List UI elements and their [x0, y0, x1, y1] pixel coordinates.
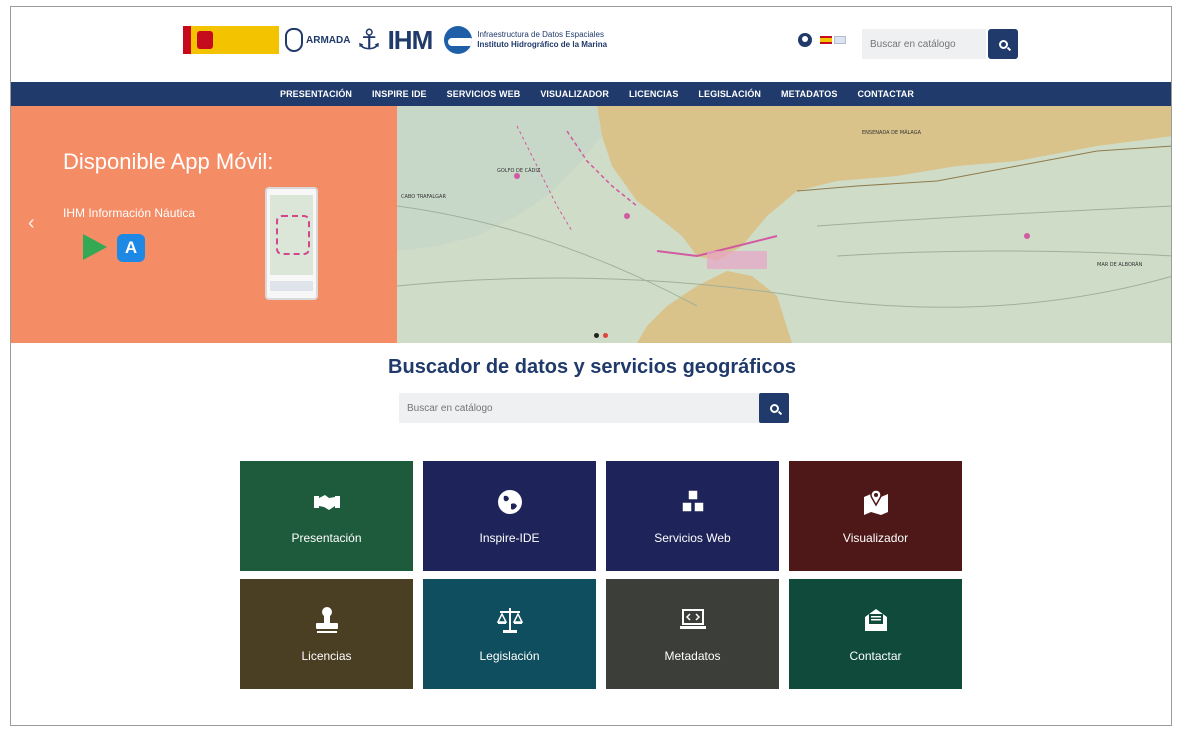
- ide-logo: Infraestructura de Datos Espaciales Inst…: [444, 26, 607, 54]
- search-icon: [769, 403, 779, 413]
- page-title: Buscador de datos y servicios geográfico…: [388, 356, 796, 378]
- ide-globe-icon: [444, 26, 473, 54]
- hero-title: Disponible App Móvil:: [63, 149, 274, 174]
- nav-item-presentacion[interactable]: PRESENTACIÓN: [280, 89, 352, 99]
- tile-metadatos[interactable]: Metadatos: [606, 579, 779, 689]
- nav-item-metadatos[interactable]: METADATOS: [781, 89, 837, 99]
- google-play-icon[interactable]: [83, 234, 107, 260]
- map-label-trafalgar: CABO TRAFALGAR: [401, 194, 446, 200]
- cubes-icon: [680, 489, 705, 513]
- tile-label: Presentación: [291, 531, 362, 545]
- spanish-flag-icon[interactable]: [820, 36, 832, 44]
- carousel-dot-2[interactable]: [603, 333, 608, 338]
- phone-mockup: [265, 187, 318, 300]
- map-label-alboran: MAR DE ALBORÁN: [1097, 261, 1143, 268]
- hero-subtitle: IHM Información Náutica: [63, 206, 196, 220]
- nav-item-contactar[interactable]: CONTACTAR: [857, 89, 914, 99]
- search-icon: [998, 39, 1008, 49]
- tile-legislacion[interactable]: Legislación: [423, 579, 596, 689]
- handshake-icon: [313, 495, 340, 510]
- catalog-search-input[interactable]: [399, 393, 759, 423]
- nav-item-licencias[interactable]: LICENCIAS: [629, 89, 678, 99]
- ihm-logo-text: IHM: [387, 24, 434, 55]
- balance-scale-icon: [496, 608, 523, 633]
- tile-label: Visualizador: [842, 531, 909, 545]
- catalog-search-button[interactable]: [759, 393, 789, 423]
- armada-logo: ARMADA: [285, 28, 350, 52]
- section-tiles: Presentación Inspire-IDE Servicios Web V…: [240, 461, 962, 689]
- tile-licencias[interactable]: Licencias: [240, 579, 413, 689]
- user-icon[interactable]: [798, 33, 812, 47]
- footer-strip: [11, 725, 1172, 726]
- carousel-indicators: [594, 333, 608, 338]
- globe-icon: [497, 490, 522, 514]
- tile-visualizador[interactable]: Visualizador: [789, 461, 962, 571]
- carousel-dot-1[interactable]: [594, 333, 599, 338]
- map-marker-icon: [863, 489, 888, 515]
- hero-carousel: ‹ Disponible App Móvil: IHM Información …: [11, 106, 1171, 343]
- header-search-input[interactable]: [862, 29, 986, 59]
- tile-label: Servicios Web: [654, 531, 731, 545]
- tile-label: Inspire-IDE: [479, 531, 540, 545]
- armada-logo-text: ARMADA: [306, 34, 351, 46]
- tile-inspire-ide[interactable]: Inspire-IDE: [423, 461, 596, 571]
- english-flag-icon[interactable]: [834, 36, 846, 44]
- page: ARMADA ⚓ IHM Infraestructura de Datos Es…: [10, 6, 1172, 726]
- nav-item-visualizador[interactable]: VISUALIZADOR: [540, 89, 609, 99]
- header-tools: [798, 33, 846, 47]
- stamp-icon: [315, 607, 338, 633]
- map-label-cadiz: GOLFO DE CÁDIZ: [497, 167, 541, 174]
- crest-icon: [285, 28, 303, 52]
- site-header: ARMADA ⚓ IHM Infraestructura de Datos Es…: [11, 7, 1171, 82]
- language-switcher: [820, 36, 846, 44]
- ide-logo-line2: Instituto Hidrográfico de la Marina: [477, 40, 608, 49]
- envelope-open-icon: [864, 609, 887, 631]
- tile-label: Licencias: [301, 649, 352, 663]
- tile-label: Legislación: [479, 649, 540, 663]
- anchor-icon: ⚓: [356, 24, 382, 55]
- header-search: [862, 29, 1018, 59]
- hero-promo-panel: ‹ Disponible App Móvil: IHM Información …: [11, 106, 397, 343]
- nautical-chart-image: ENSENADA DE MÁLAGA GOLFO DE CÁDIZ CABO T…: [397, 106, 1171, 343]
- tile-contactar[interactable]: Contactar: [789, 579, 962, 689]
- main-nav: PRESENTACIÓN INSPIRE IDE SERVICIOS WEB V…: [11, 82, 1171, 106]
- store-links: A: [83, 234, 145, 262]
- nav-item-inspire-ide[interactable]: INSPIRE IDE: [372, 89, 427, 99]
- header-search-button[interactable]: [988, 29, 1018, 59]
- logo-bar[interactable]: ARMADA ⚓ IHM Infraestructura de Datos Es…: [183, 24, 607, 56]
- gobierno-logo: [183, 26, 279, 54]
- nav-item-servicios-web[interactable]: SERVICIOS WEB: [447, 89, 521, 99]
- ide-logo-line1: Infraestructura de Datos Espaciales: [477, 30, 604, 40]
- tile-servicios-web[interactable]: Servicios Web: [606, 461, 779, 571]
- laptop-code-icon: [679, 609, 706, 629]
- catalog-search: [399, 393, 789, 423]
- carousel-prev-button[interactable]: ‹: [28, 212, 35, 235]
- tile-presentacion[interactable]: Presentación: [240, 461, 413, 571]
- tile-label: Contactar: [849, 649, 902, 663]
- app-store-icon[interactable]: A: [117, 234, 145, 262]
- map-label-malaga: ENSENADA DE MÁLAGA: [862, 129, 922, 136]
- tile-label: Metadatos: [664, 649, 721, 663]
- nav-item-legislacion[interactable]: LEGISLACIÓN: [698, 89, 761, 99]
